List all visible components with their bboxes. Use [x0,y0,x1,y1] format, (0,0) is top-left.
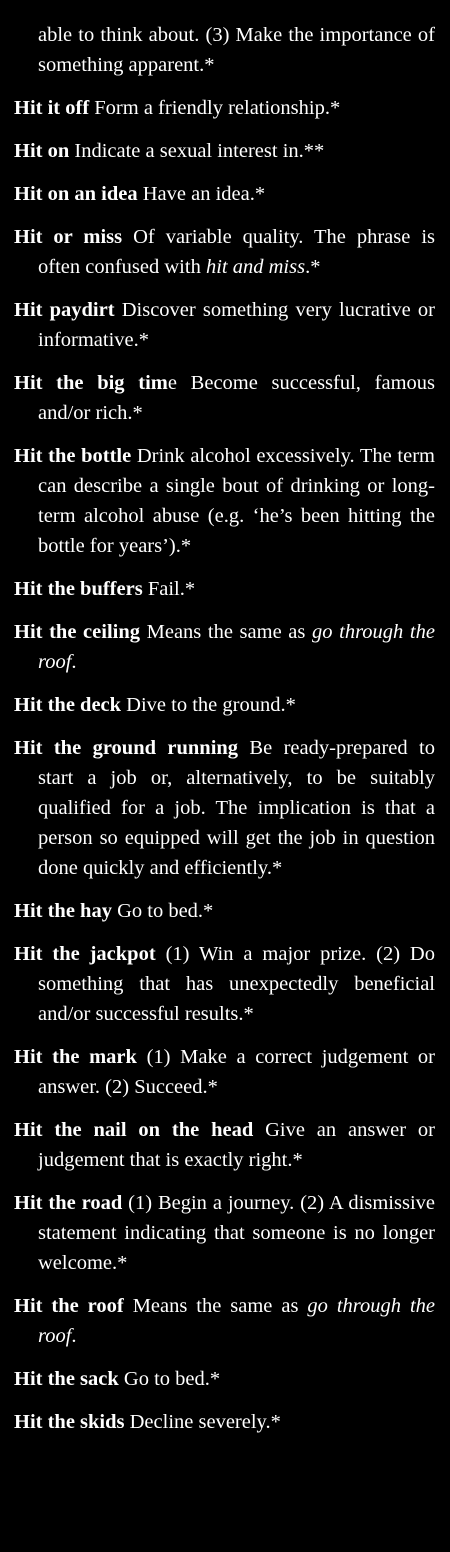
entry-list: Hit it off Form a friendly relationship.… [14,93,435,1437]
entry-headword: Hit the buffers [14,578,143,600]
dictionary-entry: Hit or miss Of variable quality. The phr… [14,222,435,282]
entry-definition: Indicate a sexual interest in.** [69,140,325,162]
dictionary-entry: Hit the ground running Be ready-prepared… [14,733,435,883]
entry-headword: Hit on an idea [14,183,138,205]
entry-definition: Means the same as [123,1295,308,1317]
dictionary-entry: Hit the deck Dive to the ground.* [14,690,435,720]
entry-definition: Dive to the ground.* [121,694,296,716]
dictionary-entry: Hit the road (1) Begin a journey. (2) A … [14,1188,435,1278]
continuation-text: able to think about. (3) Make the import… [38,24,435,76]
dictionary-entry: Hit the big time Become successful, famo… [14,368,435,428]
entry-headword: Hit the hay [14,900,112,922]
dictionary-page: able to think about. (3) Make the import… [14,20,435,1450]
entry-headword: Hit on [14,140,70,162]
entry-definition: Means the same as [139,621,313,643]
entry-headword: Hit or miss [14,226,123,248]
entry-headword: Hit the ground running [14,737,239,759]
entry-suffix: . [71,651,77,673]
entry-headword: Hit the roof [14,1295,124,1317]
entry-headword: Hit paydirt [14,299,115,321]
entry-headword: Hit it off [14,97,90,119]
dictionary-entry: Hit it off Form a friendly relationship.… [14,93,435,123]
entry-headword: Hit the deck [14,694,122,716]
dictionary-entry: Hit the buffers Fail.* [14,574,435,604]
entry-headword: Hit the sack [14,1368,119,1390]
entry-definition: Have an idea.* [137,183,266,205]
dictionary-entry: Hit the skids Decline severely.* [14,1407,435,1437]
dictionary-entry: Hit on an idea Have an idea.* [14,179,435,209]
entry-headword: Hit the nail on the head [14,1119,254,1141]
entry-definition: Decline severely.* [124,1411,281,1433]
dictionary-entry: Hit the roof Means the same as go throug… [14,1291,435,1351]
dictionary-entry: Hit the jackpot (1) Win a major prize. (… [14,939,435,1029]
dictionary-entry: Hit on Indicate a sexual interest in.** [14,136,435,166]
entry-definition: Go to bed.* [111,900,214,922]
entry-definition: Go to bed.* [118,1368,221,1390]
dictionary-entry: Hit the mark (1) Make a correct judgemen… [14,1042,435,1102]
entry-suffix: . [71,1325,77,1347]
dictionary-entry: Hit the hay Go to bed.* [14,896,435,926]
dictionary-entry: Hit the sack Go to bed.* [14,1364,435,1394]
entry-headword: Hit the ceiling [14,621,140,643]
entry-definition: Form a friendly relationship.* [89,97,341,119]
entry-headword: Hit the bottle [14,445,132,467]
dictionary-entry: Hit the ceiling Means the same as go thr… [14,617,435,677]
entry-headword: Hit the skids [14,1411,125,1433]
entry-headword: Hit the mark [14,1046,137,1068]
entry-headword: Hit the big tim [14,372,168,394]
entry-headword: Hit the road [14,1192,123,1214]
dictionary-entry: Hit paydirt Discover something very lucr… [14,295,435,355]
entry-cross-reference: hit and miss [205,256,306,278]
entry-suffix: .* [305,256,321,278]
entry-headword: Hit the jackpot [14,943,156,965]
entry-definition: Fail.* [142,578,196,600]
dictionary-entry: Hit the bottle Drink alcohol excessively… [14,441,435,561]
dictionary-entry: Hit the nail on the head Give an answer … [14,1115,435,1175]
